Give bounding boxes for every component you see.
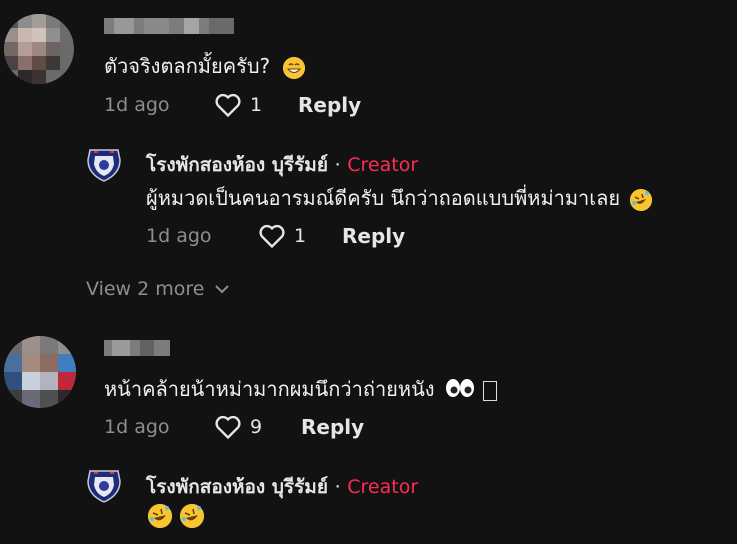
comment-body: ตัวจริงตลกมั้ยครับ? <box>104 54 271 78</box>
eyes-emoji-icon <box>445 378 475 403</box>
pixelated-avatar-icon <box>4 336 76 408</box>
view-more-label: View 2 more <box>86 278 205 300</box>
police-badge-icon <box>87 149 121 182</box>
rofl-emoji-icon <box>630 188 653 211</box>
user-avatar[interactable] <box>4 14 74 84</box>
reply-time: 1d ago <box>146 225 212 247</box>
reply-reply-button[interactable]: Reply <box>342 224 405 248</box>
police-badge-icon <box>87 470 121 503</box>
reply-like-count: 1 <box>294 225 307 247</box>
like-button[interactable]: 1 <box>214 92 262 118</box>
view-more-replies[interactable]: View 2 more <box>86 278 230 300</box>
reply-body: ผู้หมวดเป็นคนอารมณ์ดีครับ นึกว่าถอดแบบพี… <box>146 186 621 210</box>
comment-time: 1d ago <box>104 94 170 116</box>
reply-button[interactable]: Reply <box>298 93 361 117</box>
heart-icon <box>215 93 241 118</box>
reply-button[interactable]: Reply <box>301 415 364 439</box>
user-avatar[interactable] <box>4 336 76 408</box>
reply-author-line: โรงพักสองห้อง บุรีรัมย์ · Creator <box>146 150 418 180</box>
reply-author[interactable]: โรงพักสองห้อง บุรีรัมย์ <box>146 476 328 498</box>
comment-body: หน้าคล้ายน้าหม่ามากผมนึกว่าถ่ายหนัง <box>104 377 435 401</box>
creator-avatar[interactable] <box>86 146 122 182</box>
reply-author[interactable]: โรงพักสองห้อง บุรีรัมย์ <box>146 154 328 176</box>
heart-icon <box>215 415 241 440</box>
rofl-emoji-icon <box>180 504 204 528</box>
reply-author-line: โรงพักสองห้อง บุรีรัมย์ · Creator <box>146 472 418 502</box>
comment-time: 1d ago <box>104 416 170 438</box>
creator-badge: Creator <box>347 476 419 498</box>
reply-text: ผู้หมวดเป็นคนอารมณ์ดีครับ นึกว่าถอดแบบพี… <box>146 182 653 214</box>
grinning-emoji-icon <box>282 56 305 79</box>
username-blurred[interactable] <box>104 340 170 356</box>
chevron-down-icon <box>215 285 230 294</box>
reply-like-button[interactable]: 1 <box>258 223 306 249</box>
reply-emoji-row <box>148 504 204 528</box>
heart-icon <box>259 224 285 249</box>
rofl-emoji-icon <box>148 504 172 528</box>
creator-avatar[interactable] <box>86 467 122 503</box>
missing-glyph-icon <box>483 380 498 401</box>
comment-text: หน้าคล้ายน้าหม่ามากผมนึกว่าถ่ายหนัง <box>104 373 498 405</box>
separator-dot: · <box>334 154 341 176</box>
separator-dot: · <box>334 476 341 498</box>
username-blurred[interactable] <box>104 18 234 34</box>
comment-text: ตัวจริงตลกมั้ยครับ? <box>104 50 305 82</box>
pixelated-avatar-icon <box>4 14 74 84</box>
like-count: 9 <box>250 416 263 438</box>
creator-badge: Creator <box>347 154 419 176</box>
like-button[interactable]: 9 <box>214 414 262 440</box>
like-count: 1 <box>250 94 263 116</box>
